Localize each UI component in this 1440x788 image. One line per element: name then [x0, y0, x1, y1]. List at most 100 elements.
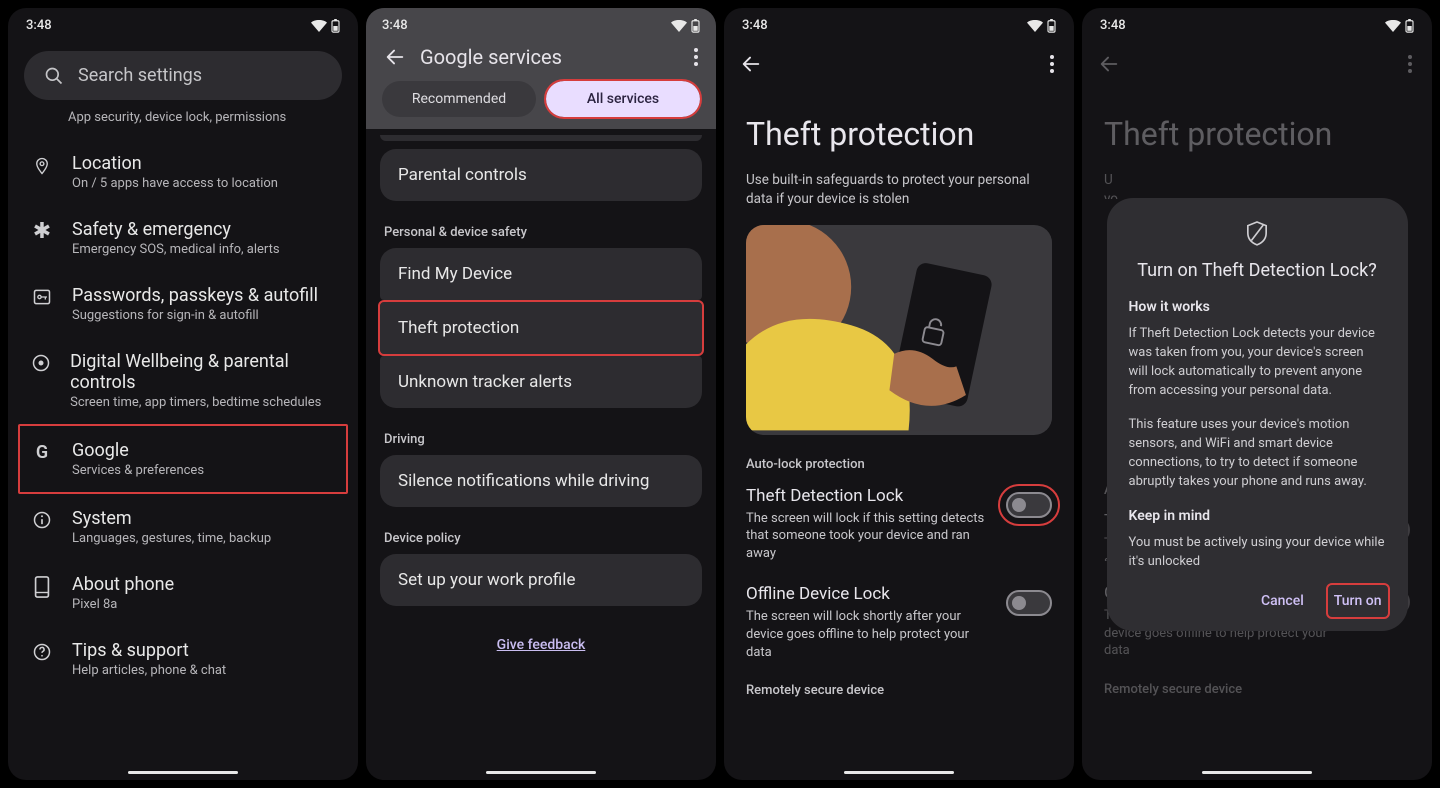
- section-driving: Driving: [384, 432, 698, 447]
- item-title: Passwords, passkeys & autofill: [72, 285, 318, 306]
- status-icons: [1027, 19, 1056, 33]
- row-theft-detection-lock[interactable]: Theft Detection Lock The screen will loc…: [746, 486, 1052, 563]
- page-title: Theft protection: [746, 115, 1052, 153]
- prev-item-subtitle: App security, device lock, permissions: [24, 110, 342, 139]
- row-silence-driving[interactable]: Silence notifications while driving: [380, 455, 702, 507]
- overflow-menu-icon[interactable]: [694, 48, 698, 66]
- settings-item-wellbeing[interactable]: Digital Wellbeing & parental controls Scr…: [24, 337, 342, 424]
- nav-handle[interactable]: [1202, 771, 1312, 774]
- item-subtitle: Suggestions for sign-in & autofill: [72, 308, 318, 323]
- item-subtitle: Services & preferences: [72, 463, 204, 478]
- battery-icon: [1047, 19, 1056, 33]
- help-icon: [32, 642, 52, 662]
- settings-item-safety[interactable]: ✱ Safety & emergencyEmergency SOS, medic…: [24, 205, 342, 271]
- settings-item-location[interactable]: Location On / 5 apps have access to locat…: [24, 139, 342, 205]
- item-title: About phone: [72, 574, 174, 595]
- wifi-icon: [311, 20, 327, 32]
- row-parental-controls[interactable]: Parental controls: [380, 149, 702, 201]
- wellbeing-icon: [31, 353, 51, 373]
- search-settings[interactable]: Search settings: [24, 51, 342, 100]
- nav-handle[interactable]: [128, 771, 238, 774]
- location-icon: [33, 155, 51, 177]
- search-icon: [44, 66, 64, 86]
- row-find-my-device[interactable]: Find My Device: [380, 248, 702, 300]
- services-body: Parental controls Personal & device safe…: [366, 129, 716, 693]
- screen-settings: 3:48 Search settings App security, devic…: [8, 8, 358, 780]
- section-remote: Remotely secure device: [746, 683, 1052, 698]
- status-icons: [311, 19, 340, 33]
- phone-icon: [34, 576, 50, 598]
- wifi-icon: [1385, 20, 1401, 32]
- dialog-text: If Theft Detection Lock detects your dev…: [1129, 325, 1386, 400]
- switch-theft-detection-lock[interactable]: [1006, 492, 1052, 518]
- app-bar-title: Google services: [420, 45, 680, 69]
- settings-item-google[interactable]: G Google Services & preferences: [18, 424, 348, 494]
- switch-offline-device-lock[interactable]: [1006, 590, 1052, 616]
- overflow-menu-icon: [1408, 55, 1412, 73]
- status-icons: [1385, 19, 1414, 33]
- screen-theft-protection: 3:48 Theft protection Use built-in safeg…: [724, 8, 1074, 780]
- item-subtitle: Emergency SOS, medical info, alerts: [72, 242, 280, 257]
- back-icon: [1098, 53, 1120, 75]
- illustration: [746, 225, 1052, 435]
- dialog-turn-on-tdl: Turn on Theft Detection Lock? How it wor…: [1107, 198, 1408, 631]
- back-icon[interactable]: [384, 46, 406, 68]
- section-auto-lock: Auto-lock protection: [746, 457, 1052, 472]
- item-subtitle: On / 5 apps have access to location: [72, 176, 278, 191]
- item-title: Tips & support: [72, 640, 226, 661]
- dialog-title: Turn on Theft Detection Lock?: [1129, 260, 1386, 281]
- status-time: 3:48: [1100, 18, 1126, 33]
- screen-google-services: 3:48 Google services Recommended All ser…: [366, 8, 716, 780]
- item-title: Safety & emergency: [72, 219, 280, 240]
- google-icon: G: [30, 440, 54, 463]
- dialog-cancel-button[interactable]: Cancel: [1257, 587, 1308, 615]
- page-description: Use built-in safeguards to protect your …: [746, 171, 1052, 209]
- battery-icon: [691, 19, 700, 33]
- app-bar: 3:48 Google services Recommended All ser…: [366, 8, 716, 129]
- nav-handle[interactable]: [844, 771, 954, 774]
- key-icon: [32, 287, 52, 307]
- search-placeholder: Search settings: [78, 65, 202, 86]
- dialog-heading-how: How it works: [1129, 299, 1386, 315]
- item-subtitle: Help articles, phone & chat: [72, 663, 226, 678]
- row-work-profile[interactable]: Set up your work profile: [380, 554, 702, 606]
- status-icons: [671, 19, 700, 33]
- status-bar: 3:48: [8, 8, 358, 37]
- nav-handle[interactable]: [486, 771, 596, 774]
- wifi-icon: [1027, 20, 1043, 32]
- toggle-subtitle: The screen will lock if this setting det…: [746, 510, 992, 563]
- item-title: Location: [72, 153, 278, 174]
- dialog-text: This feature uses your device's motion s…: [1129, 416, 1386, 491]
- row-theft-protection[interactable]: Theft protection: [380, 302, 702, 354]
- toggle-subtitle: The screen will lock shortly after your …: [746, 608, 992, 661]
- row-offline-device-lock[interactable]: Offline Device Lock The screen will lock…: [746, 584, 1052, 661]
- tab-bar: Recommended All services: [374, 81, 708, 117]
- screen-theft-dialog: 3:48 Theft protection U yo A T Tso Offli…: [1082, 8, 1432, 780]
- item-subtitle: Screen time, app timers, bedtime schedul…: [70, 395, 336, 410]
- item-title: Google: [72, 440, 204, 461]
- item-subtitle: Languages, gestures, time, backup: [72, 531, 271, 546]
- status-time: 3:48: [742, 18, 768, 33]
- settings-item-system[interactable]: SystemLanguages, gestures, time, backup: [24, 494, 342, 560]
- battery-icon: [331, 19, 340, 33]
- toggle-title: Theft Detection Lock: [746, 486, 992, 506]
- settings-item-about[interactable]: About phone Pixel 8a: [24, 560, 342, 626]
- page-title: Theft protection: [1104, 115, 1410, 153]
- dialog-turn-on-button[interactable]: Turn on: [1330, 587, 1386, 615]
- settings-item-tips[interactable]: Tips & support Help articles, phone & cha…: [24, 626, 342, 692]
- tab-all-services[interactable]: All services: [546, 81, 700, 117]
- section-safety: Personal & device safety: [384, 225, 698, 240]
- settings-list: App security, device lock, permissions L…: [8, 110, 358, 692]
- back-icon[interactable]: [740, 53, 762, 75]
- overflow-menu-icon[interactable]: [1050, 55, 1054, 73]
- item-subtitle: Pixel 8a: [72, 597, 174, 612]
- item-title: Digital Wellbeing & parental controls: [70, 351, 336, 393]
- give-feedback-link[interactable]: Give feedback: [380, 634, 702, 653]
- section-device-policy: Device policy: [384, 531, 698, 546]
- row-unknown-tracker[interactable]: Unknown tracker alerts: [380, 356, 702, 408]
- settings-item-passwords[interactable]: Passwords, passkeys & autofill Suggestion…: [24, 271, 342, 337]
- dialog-text: You must be actively using your device w…: [1129, 534, 1386, 572]
- tab-recommended[interactable]: Recommended: [382, 81, 536, 117]
- app-bar: [1082, 37, 1432, 87]
- status-bar: 3:48: [1082, 8, 1432, 37]
